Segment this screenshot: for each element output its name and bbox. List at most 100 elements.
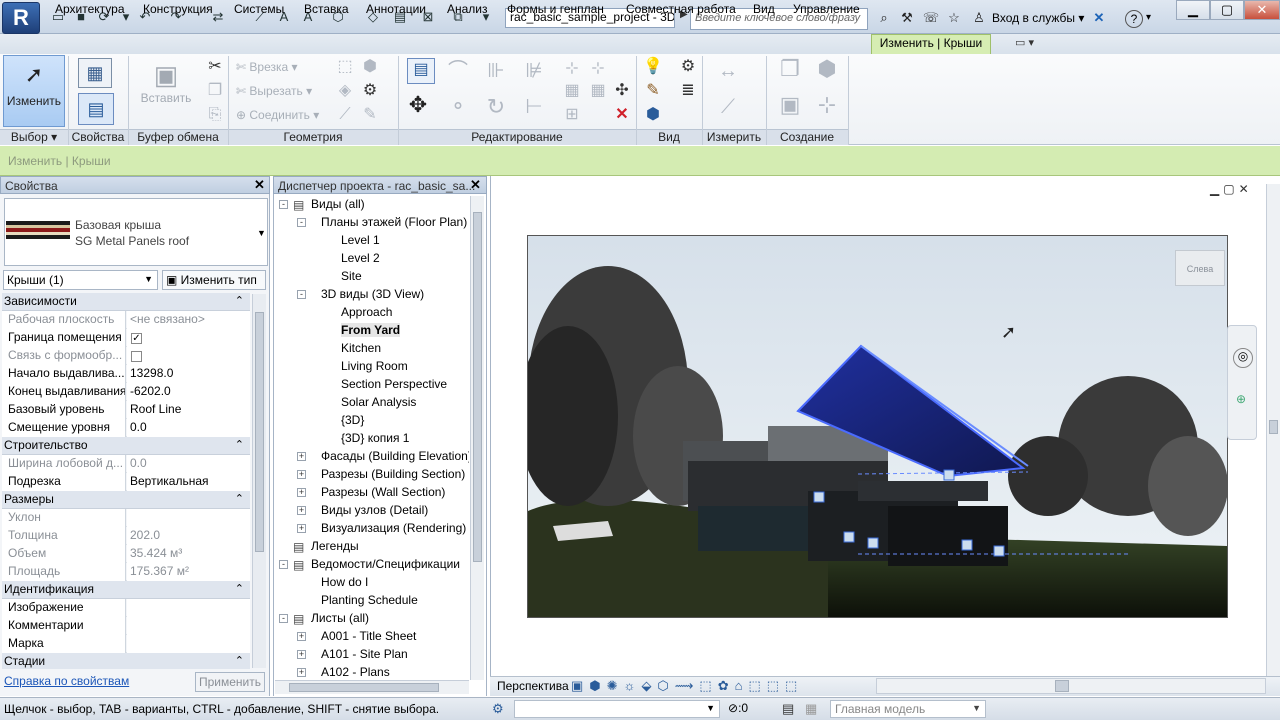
- line-weights-icon[interactable]: ≣: [678, 82, 698, 100]
- property-value[interactable]: 175.367 м²: [127, 563, 250, 581]
- collapse-icon[interactable]: ⌃: [235, 294, 244, 307]
- workset-select[interactable]: ▼: [514, 700, 720, 718]
- scale-icon[interactable]: ⊞: [562, 106, 582, 124]
- property-row[interactable]: Базовый уровень Roof Line: [2, 401, 250, 419]
- browser-item[interactable]: + Виды узлов (Detail): [275, 502, 469, 520]
- close-window-button[interactable]: ✕: [1244, 0, 1280, 20]
- property-value[interactable]: [127, 635, 250, 653]
- tab-manage[interactable]: Управление: [793, 2, 860, 16]
- tab-architecture[interactable]: Архитектура: [55, 2, 125, 16]
- close-browser-icon[interactable]: ✕: [470, 177, 481, 193]
- modify-button[interactable]: ➚ Изменить: [3, 55, 65, 127]
- collapse-toggle-icon[interactable]: -: [279, 560, 288, 569]
- browser-item[interactable]: + A001 - Title Sheet: [275, 628, 469, 646]
- tab-insert[interactable]: Вставка: [304, 2, 349, 16]
- property-row[interactable]: Уклон: [2, 509, 250, 527]
- browser-item[interactable]: + Разрезы (Wall Section): [275, 484, 469, 502]
- uncut-geometry-button[interactable]: ✄ Вырезать ▾: [236, 84, 312, 98]
- pin-icon[interactable]: ✣: [612, 82, 632, 100]
- filter-count[interactable]: ⊘:0: [728, 701, 748, 715]
- copy-element-icon[interactable]: ⚬: [448, 97, 468, 117]
- create-assembly-icon[interactable]: ❐: [775, 58, 805, 80]
- view-control-icons[interactable]: ▣⬢✺☼⬙⬡⟿⬚✿⌂⬚⬚⬚: [571, 678, 803, 694]
- type-dropdown-icon[interactable]: ▼: [257, 228, 266, 238]
- property-value[interactable]: 0.0: [127, 455, 250, 473]
- tab-systems[interactable]: Системы: [234, 2, 284, 16]
- expand-toggle-icon[interactable]: +: [297, 488, 306, 497]
- checkbox[interactable]: ✓: [131, 333, 142, 344]
- browser-item[interactable]: Living Room: [275, 358, 469, 376]
- ribbon-minimize-icon[interactable]: ▭ ▾: [1015, 36, 1034, 49]
- minimize-button[interactable]: ▁: [1176, 0, 1210, 20]
- tab-massing-site[interactable]: Формы и генплан: [507, 2, 604, 16]
- measure-tool-icon[interactable]: ⟋: [713, 97, 743, 117]
- browser-item[interactable]: - ▤ Листы (all): [275, 610, 469, 628]
- property-row[interactable]: Комментарии: [2, 617, 250, 635]
- browser-item[interactable]: Approach: [275, 304, 469, 322]
- browser-item[interactable]: How do I: [275, 574, 469, 592]
- property-row[interactable]: Граница помещения ✓: [2, 329, 250, 347]
- property-row[interactable]: Объем 35.424 м³: [2, 545, 250, 563]
- property-value[interactable]: [127, 617, 250, 635]
- instance-filter-select[interactable]: Крыши (1) ▼: [3, 270, 158, 290]
- wall-joins-icon[interactable]: ⬚: [335, 58, 355, 76]
- expand-toggle-icon[interactable]: +: [297, 452, 306, 461]
- property-value[interactable]: 0.0: [127, 419, 250, 437]
- property-row[interactable]: Толщина 202.0: [2, 527, 250, 545]
- property-value[interactable]: [127, 599, 250, 617]
- property-row[interactable]: Рабочая плоскость <не связано>: [2, 311, 250, 329]
- expand-toggle-icon[interactable]: +: [297, 668, 306, 677]
- property-row[interactable]: Изображение: [2, 599, 250, 617]
- copy-icon[interactable]: ❐: [205, 82, 225, 100]
- tab-view[interactable]: Вид: [753, 2, 775, 16]
- navigation-bar[interactable]: ◎ ⊕: [1227, 325, 1257, 440]
- tab-annotate[interactable]: Аннотации: [366, 2, 426, 16]
- browser-item[interactable]: + A102 - Plans: [275, 664, 469, 678]
- linework-icon[interactable]: ✎: [643, 82, 663, 100]
- beam-join-icon[interactable]: ✎: [360, 106, 380, 124]
- unpin-icon[interactable]: ▦: [588, 82, 608, 100]
- properties-help-link[interactable]: Справка по свойствам: [4, 674, 129, 688]
- scroll-thumb[interactable]: [473, 212, 482, 562]
- browser-vscrollbar[interactable]: [470, 196, 484, 680]
- demolish-icon[interactable]: ⚙: [360, 82, 380, 100]
- browser-item[interactable]: - 3D виды (3D View): [275, 286, 469, 304]
- sign-in-button[interactable]: Вход в службы ▾: [992, 11, 1084, 25]
- join-roof-icon[interactable]: ⟋: [335, 106, 355, 124]
- property-value[interactable]: [127, 347, 250, 365]
- browser-item[interactable]: Kitchen: [275, 340, 469, 358]
- expand-toggle-icon[interactable]: +: [297, 632, 306, 641]
- editable-only-icon[interactable]: ▦: [805, 701, 817, 717]
- worksets-icon[interactable]: ⚙: [492, 701, 504, 717]
- cut-geometry-button[interactable]: ✄ Врезка ▾: [236, 60, 298, 74]
- type-properties-icon[interactable]: ▦: [78, 58, 112, 88]
- collapse-icon[interactable]: ⌃: [235, 492, 244, 505]
- favorites-icon[interactable]: ☆: [945, 10, 963, 26]
- offset-icon[interactable]: ⌒: [448, 61, 468, 81]
- tab-modify-roofs[interactable]: Изменить | Крыши: [871, 34, 991, 54]
- property-row[interactable]: Смещение уровня 0.0: [2, 419, 250, 437]
- view-cube-small-icon[interactable]: ⬢: [643, 106, 663, 124]
- browser-item[interactable]: Section Perspective: [275, 376, 469, 394]
- browser-item[interactable]: + Визуализация (Rendering): [275, 520, 469, 538]
- similar-icon[interactable]: ⊹: [812, 94, 842, 116]
- browser-item[interactable]: {3D} копия 1: [275, 430, 469, 448]
- subscription-icon[interactable]: ⚒: [898, 10, 916, 26]
- array-icon[interactable]: ▦: [562, 82, 582, 100]
- browser-item[interactable]: + Разрезы (Building Section): [275, 466, 469, 484]
- browser-item[interactable]: Solar Analysis: [275, 394, 469, 412]
- create-parts-icon[interactable]: ⬢: [812, 58, 842, 80]
- property-value[interactable]: ✓: [127, 329, 250, 347]
- scroll-thumb[interactable]: [1269, 420, 1278, 434]
- trim-icon[interactable]: ⊢: [524, 97, 544, 117]
- mirror-draw-icon[interactable]: ⊯: [524, 61, 544, 81]
- browser-item[interactable]: ▤ Легенды: [275, 538, 469, 556]
- collapse-toggle-icon[interactable]: -: [297, 218, 306, 227]
- apply-button[interactable]: Применить: [195, 672, 265, 692]
- 3d-view-canvas[interactable]: [527, 235, 1228, 618]
- browser-item[interactable]: - ▤ Ведомости/Спецификации: [275, 556, 469, 574]
- property-row[interactable]: Ширина лобовой д... 0.0: [2, 455, 250, 473]
- edit-type-button[interactable]: ▣ Изменить тип: [162, 270, 266, 290]
- communication-icon[interactable]: ☏: [922, 10, 940, 26]
- browser-item[interactable]: From Yard: [275, 322, 469, 340]
